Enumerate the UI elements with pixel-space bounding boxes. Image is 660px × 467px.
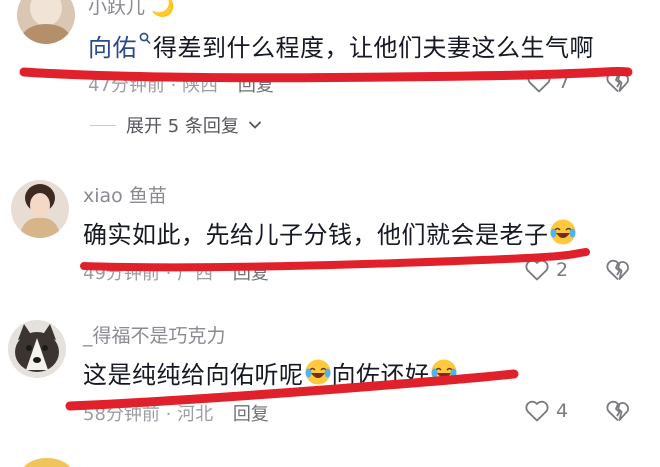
divider-line xyxy=(90,124,116,126)
reply-button[interactable]: 回复 xyxy=(238,75,274,96)
broken-heart-icon xyxy=(606,259,629,281)
broken-heart-icon xyxy=(606,71,629,93)
laughing-crying-emoji xyxy=(304,358,332,392)
heart-icon xyxy=(527,71,551,93)
avatar[interactable] xyxy=(11,180,69,238)
mention-link[interactable]: 向佑 xyxy=(88,34,137,62)
dislike-button[interactable] xyxy=(605,70,631,98)
moon-emoji-icon: 🌙 xyxy=(151,0,175,18)
dislike-button[interactable] xyxy=(605,258,631,286)
heart-icon xyxy=(525,400,549,422)
comment-time: 49分钟前 xyxy=(83,263,160,284)
like-button[interactable]: 2 xyxy=(524,258,568,282)
reply-button[interactable]: 回复 xyxy=(233,404,269,425)
like-count: 4 xyxy=(556,400,569,422)
comment-username[interactable]: 小跃儿 🌙 xyxy=(88,0,175,19)
like-button[interactable]: 7 xyxy=(526,70,570,94)
avatar[interactable] xyxy=(8,320,66,378)
like-button[interactable]: 4 xyxy=(524,399,568,423)
comment-location: 广西 xyxy=(177,263,214,284)
laughing-crying-emoji xyxy=(430,358,458,392)
comment-location: 河北 xyxy=(177,404,214,425)
comment-meta: 49分钟前 · 广西 回复 xyxy=(83,263,269,284)
search-icon xyxy=(139,32,151,44)
reply-button[interactable]: 回复 xyxy=(233,263,269,284)
comment-meta: 58分钟前 · 河北 回复 xyxy=(83,404,269,425)
comment-username[interactable]: _得福不是巧克力 xyxy=(83,321,226,348)
like-count: 2 xyxy=(556,259,569,281)
dislike-button[interactable] xyxy=(605,399,631,427)
laughing-crying-emoji xyxy=(549,218,577,252)
broken-heart-icon xyxy=(606,400,629,422)
avatar[interactable] xyxy=(17,0,75,44)
chevron-down-icon xyxy=(249,121,261,129)
expand-replies-button[interactable]: 展开 5 条回复 xyxy=(90,112,261,138)
expand-replies-label: 展开 5 条回复 xyxy=(126,116,239,137)
comment-location: 陕西 xyxy=(182,75,219,96)
comment-time: 47分钟前 xyxy=(88,75,165,96)
comment-username[interactable]: xiao 鱼苗 xyxy=(83,181,167,208)
heart-icon xyxy=(525,259,549,281)
comment-text: 确实如此，先给儿子分钱，他们就会是老子 xyxy=(83,215,577,252)
like-count: 7 xyxy=(558,71,571,93)
comment-meta: 47分钟前 · 陕西 回复 xyxy=(88,75,274,96)
next-comment-avatar xyxy=(22,458,72,467)
comment-text: 向佑 得差到什么程度，让他们夫妻这么生气啊 xyxy=(88,32,594,62)
comment-text: 这是纯纯给向佑听呢 向佐还好 xyxy=(83,355,458,392)
comment-time: 58分钟前 xyxy=(83,404,160,425)
